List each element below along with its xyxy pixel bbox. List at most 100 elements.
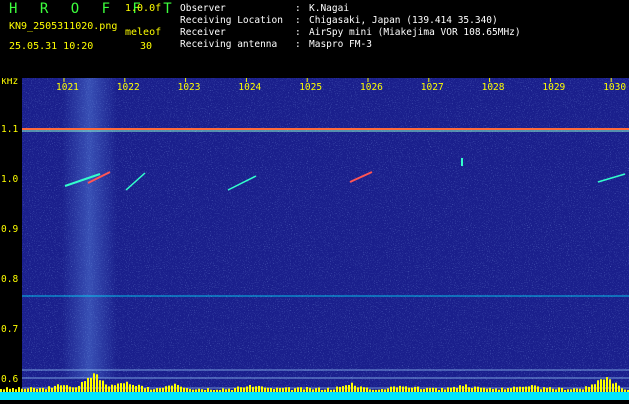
activity-bar — [516, 387, 518, 392]
activity-bar — [417, 386, 419, 392]
activity-bar — [453, 386, 455, 392]
activity-bar — [405, 386, 407, 392]
activity-bar — [174, 383, 176, 392]
activity-bar — [624, 389, 626, 392]
activity-bar — [255, 386, 257, 392]
activity-bar — [537, 386, 539, 392]
activity-bar — [324, 389, 326, 392]
activity-bar — [36, 388, 38, 392]
activity-bar — [30, 387, 32, 392]
activity-bar — [279, 388, 281, 392]
activity-bar — [492, 388, 494, 392]
activity-bar — [321, 389, 323, 392]
activity-bar — [81, 381, 83, 392]
activity-bar — [411, 387, 413, 392]
activity-bar — [570, 389, 572, 392]
activity-bar — [189, 388, 191, 392]
y-tick-label: 0.9 — [1, 224, 18, 235]
activity-bar — [591, 384, 593, 392]
activity-bar — [474, 386, 476, 392]
activity-bar — [375, 389, 377, 392]
activity-bar — [63, 385, 65, 392]
activity-bar — [507, 388, 509, 392]
activity-bar — [573, 388, 575, 392]
activity-bar — [207, 388, 209, 392]
activity-bar — [534, 385, 536, 392]
y-unit-label: kHz — [1, 78, 18, 87]
activity-bar — [183, 387, 185, 392]
activity-bar — [159, 388, 161, 392]
activity-bar — [462, 386, 464, 392]
activity-bar — [126, 381, 128, 392]
activity-bar — [387, 388, 389, 392]
info-row-antenna: Receiving antenna: Maspro FM-3 — [180, 39, 372, 50]
activity-bar — [288, 387, 290, 392]
activity-bar — [477, 386, 479, 392]
info-row-location: Receiving Location: Chigasaki, Japan (139… — [180, 15, 498, 26]
activity-bar — [582, 389, 584, 392]
activity-bar — [576, 388, 578, 392]
activity-bar — [351, 382, 353, 392]
y-tick-label: 0.6 — [1, 374, 18, 385]
activity-bar — [165, 386, 167, 392]
activity-bar — [357, 387, 359, 392]
activity-bar — [120, 383, 122, 392]
spectrogram-panel: 1021 1022 1023 1024 1025 1026 1027 1028 1029 1030… — [0, 76, 629, 400]
header-panel: H R O F F T 1.0.0f KN9_2505311020.png me… — [0, 0, 629, 78]
activity-bar — [390, 386, 392, 392]
activity-bar — [420, 389, 422, 392]
activity-bar — [594, 384, 596, 392]
activity-bar — [549, 387, 551, 392]
activity-bar — [192, 389, 194, 392]
activity-bar — [414, 386, 416, 392]
activity-bar — [522, 386, 524, 392]
activity-bar — [291, 389, 293, 392]
activity-bar — [69, 386, 71, 392]
activity-bar — [312, 389, 314, 392]
activity-bar — [24, 388, 26, 392]
activity-bar — [399, 385, 401, 392]
activity-bar — [156, 388, 158, 392]
activity-bar — [186, 388, 188, 392]
activity-bar — [153, 389, 155, 392]
activity-bar — [435, 388, 437, 392]
activity-baseline — [0, 392, 629, 400]
activity-bar — [486, 388, 488, 392]
x-tick-label: 1029 — [542, 82, 565, 93]
activity-bar — [87, 377, 89, 392]
activity-bar — [459, 385, 461, 392]
activity-bar — [171, 385, 173, 392]
activity-bar — [99, 380, 101, 392]
broad-vertical-band — [62, 78, 117, 378]
activity-bar — [108, 386, 110, 392]
activity-bar — [45, 389, 47, 392]
activity-bar — [135, 386, 137, 392]
activity-bar — [105, 384, 107, 392]
activity-bar — [225, 389, 227, 392]
activity-bar — [456, 387, 458, 392]
activity-bar — [270, 388, 272, 392]
activity-bar — [585, 386, 587, 392]
activity-bar — [168, 385, 170, 392]
activity-bar — [138, 384, 140, 392]
y-tick-label: 0.7 — [1, 324, 18, 335]
activity-bar — [597, 380, 599, 392]
activity-bar — [606, 377, 608, 392]
x-tick-label: 1025 — [299, 82, 322, 93]
activity-bar — [114, 385, 116, 392]
activity-bar — [60, 385, 62, 392]
activity-bar — [141, 385, 143, 392]
activity-bar — [432, 387, 434, 392]
activity-bar — [519, 386, 521, 392]
activity-bar — [210, 389, 212, 392]
activity-bar — [579, 388, 581, 392]
activity-bar — [15, 389, 17, 392]
activity-bar — [273, 389, 275, 392]
activity-bar — [402, 386, 404, 392]
activity-bar — [525, 386, 527, 392]
activity-bar — [201, 389, 203, 392]
activity-bar — [57, 384, 59, 392]
activity-bar — [546, 387, 548, 392]
activity-bar — [513, 386, 515, 392]
activity-bar — [117, 383, 119, 392]
